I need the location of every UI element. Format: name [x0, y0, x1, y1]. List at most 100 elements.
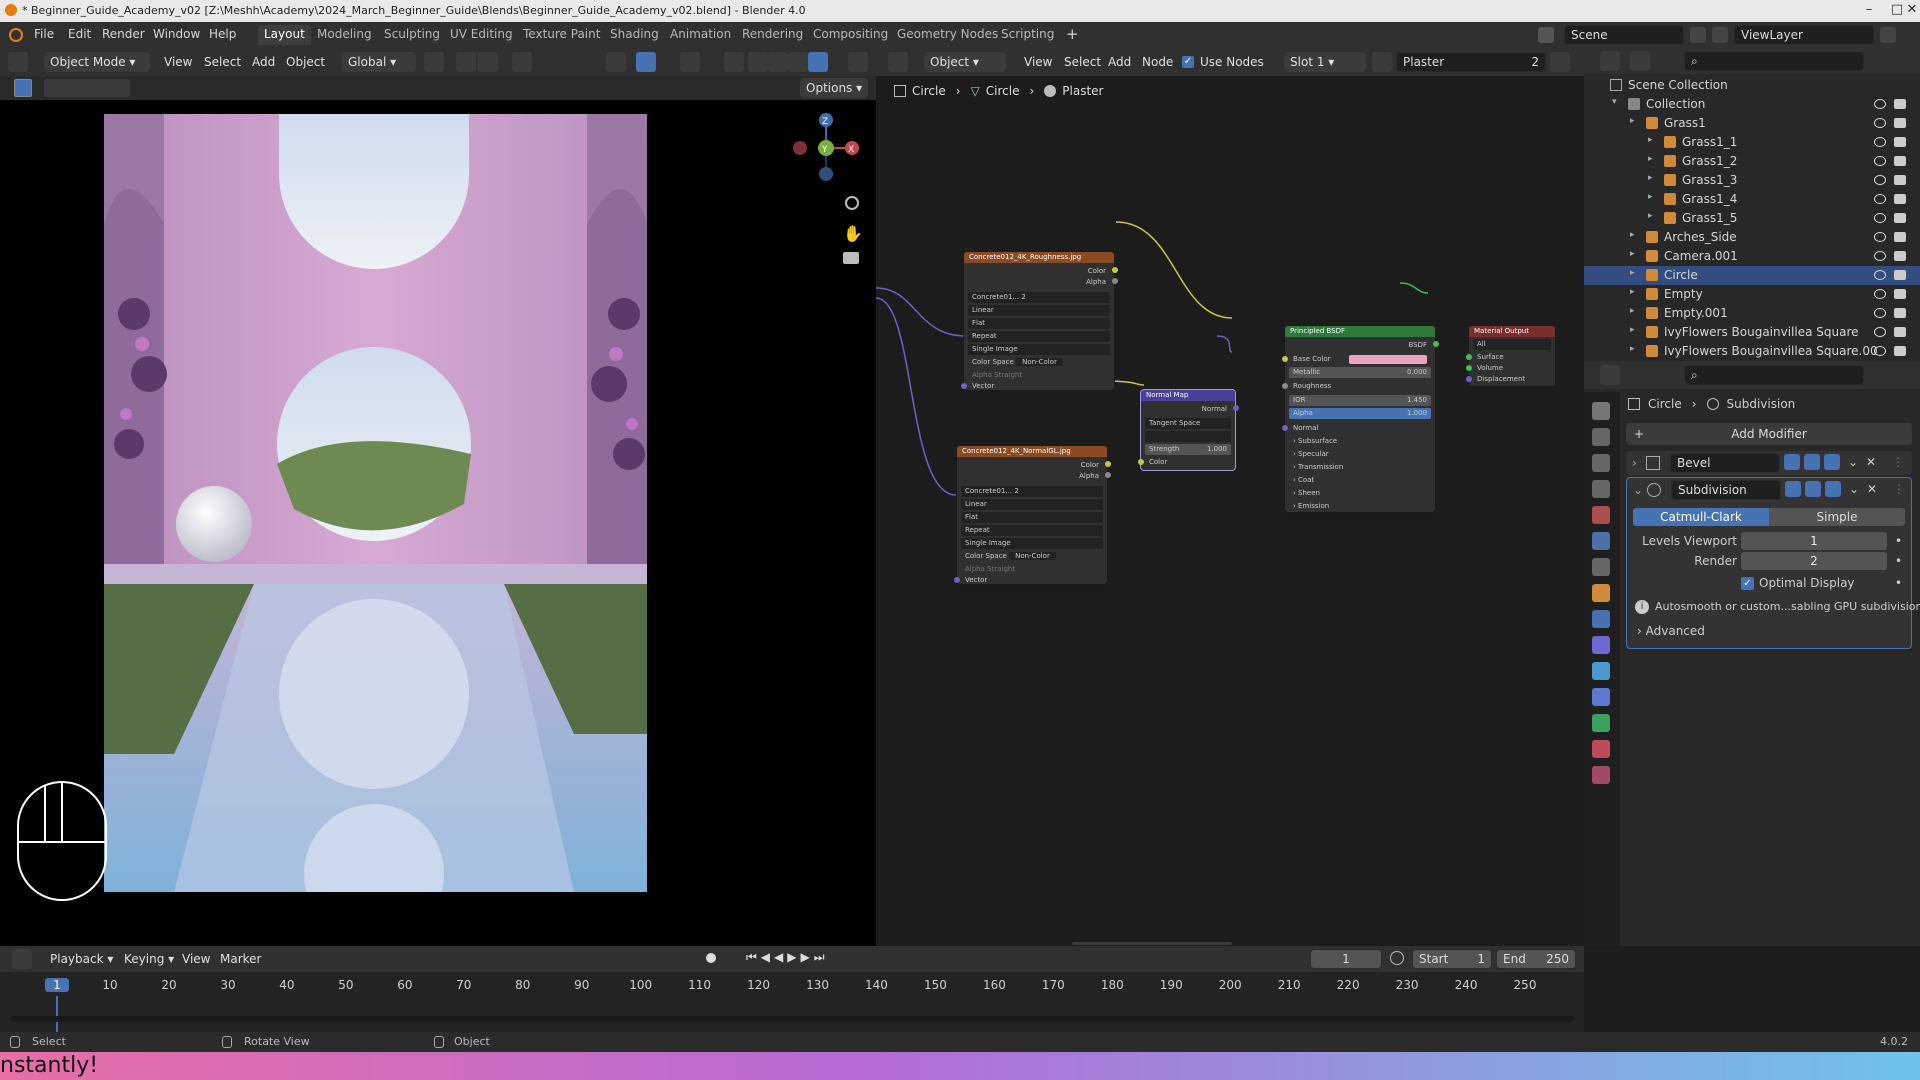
menu-file[interactable]: File — [34, 27, 54, 41]
properties-search-input[interactable]: ⌕ — [1684, 365, 1864, 385]
normal-tex-color-space[interactable]: Color Space Non-Color — [961, 551, 1103, 562]
disclosure-triangle-icon[interactable]: ▸ — [1630, 230, 1635, 240]
bsdf-metallic[interactable]: Metallic 0.000 — [1289, 367, 1431, 378]
visibility-eye-icon[interactable] — [1874, 118, 1886, 128]
visibility-eye-icon[interactable] — [1874, 99, 1886, 109]
properties-type-icon[interactable] — [1600, 365, 1620, 385]
render-camera-icon[interactable] — [1894, 99, 1906, 109]
render-camera-icon[interactable] — [1894, 156, 1906, 166]
bsdf-panel-transmission[interactable]: › Transmission — [1289, 462, 1431, 473]
outliner-row[interactable]: ▸ Empty.001 — [1584, 304, 1920, 323]
tab-scripting[interactable]: Scripting — [995, 25, 1060, 45]
subdivision-name-field[interactable]: Subdivision — [1671, 480, 1781, 500]
timeline-type-icon[interactable] — [12, 949, 32, 969]
visibility-eye-icon[interactable] — [1874, 137, 1886, 147]
render-camera-icon[interactable] — [1894, 137, 1906, 147]
drag-handle-icon[interactable]: ⋮ — [1893, 482, 1905, 496]
normal-tex-alpha-mode[interactable]: Alpha Straight — [961, 564, 1103, 575]
disclosure-triangle-icon[interactable]: ▸ — [1630, 306, 1635, 316]
disclosure-triangle-icon[interactable]: ▸ — [1630, 325, 1635, 335]
overlay-icon[interactable] — [680, 52, 700, 72]
roughness-interpolation[interactable]: Linear — [968, 305, 1110, 316]
catmull-clark-button[interactable]: Catmull-Clark — [1633, 508, 1769, 526]
add-workspace-icon[interactable]: + — [1066, 25, 1079, 43]
modifier-tab-icon[interactable] — [1592, 610, 1610, 628]
simple-button[interactable]: Simple — [1769, 508, 1905, 526]
physics-tab-icon[interactable] — [1592, 662, 1610, 680]
shader-node-editor[interactable]: Object ▾ View Select Add Node ✓ Use Node… — [876, 48, 1584, 946]
outliner-row[interactable]: ▸ Arches_Side — [1584, 228, 1920, 247]
disclosure-triangle-icon[interactable]: ▸ — [1648, 135, 1653, 145]
disclosure-triangle-icon[interactable]: ▸ — [1648, 192, 1653, 202]
current-frame-indicator[interactable]: 1 — [45, 978, 69, 992]
xray-icon[interactable] — [724, 52, 744, 72]
bevel-name-field[interactable]: Bevel — [1670, 453, 1780, 473]
outliner-search-input[interactable]: ⌕ — [1684, 51, 1864, 71]
camera-view-icon[interactable] — [843, 252, 859, 264]
render-camera-icon[interactable] — [1894, 118, 1906, 128]
solid-shading-icon[interactable] — [768, 52, 788, 72]
roughness-alpha-mode[interactable]: Alpha Straight — [968, 370, 1110, 381]
roughness-image-field[interactable]: Concrete01... 2 — [968, 292, 1110, 303]
edit-mode-toggle-icon[interactable] — [1785, 481, 1801, 497]
levels-viewport-field[interactable]: 1 — [1741, 532, 1887, 550]
disclosure-triangle-icon[interactable]: ▸ — [1648, 154, 1653, 164]
preview-range-icon[interactable] — [1390, 951, 1404, 965]
particles-tab-icon[interactable] — [1592, 636, 1610, 654]
optimal-display-checkbox[interactable]: ✓ — [1741, 577, 1754, 590]
render-camera-icon[interactable] — [1894, 194, 1906, 204]
node-editor-scrollbar[interactable] — [1072, 942, 1232, 945]
tab-geometry-nodes[interactable]: Geometry Nodes — [891, 25, 1004, 45]
visibility-eye-icon[interactable] — [1874, 346, 1886, 356]
visibility-eye-icon[interactable] — [1874, 308, 1886, 318]
render-camera-icon[interactable] — [1894, 232, 1906, 242]
render-levels-field[interactable]: 2 — [1741, 552, 1887, 570]
viewport-toggle-icon[interactable] — [1804, 454, 1820, 470]
roughness-source[interactable]: Single Image — [968, 344, 1110, 355]
outliner-row-scene-collection[interactable]: Scene Collection — [1584, 76, 1920, 95]
visibility-eye-icon[interactable] — [1874, 232, 1886, 242]
socket-displacement[interactable] — [1466, 376, 1472, 382]
tab-modeling[interactable]: Modeling — [311, 25, 378, 45]
start-frame-field[interactable]: Start 1 — [1412, 949, 1492, 969]
tab-uv-editing[interactable]: UV Editing — [444, 25, 519, 45]
disclosure-triangle-icon[interactable]: ▸ — [1630, 287, 1635, 297]
outliner-row[interactable]: ▸ Empty — [1584, 285, 1920, 304]
modifier-menu-chevron-icon[interactable]: ⌄ — [1849, 482, 1859, 496]
normal-map-node[interactable]: Normal Map Normal Tangent Space Strength… — [1138, 389, 1239, 471]
playback-controls[interactable]: ⏮◀◀▶▶⏭ — [746, 950, 829, 965]
add-modifier-button[interactable]: + Add Modifier — [1626, 423, 1912, 445]
options-dropdown[interactable]: Options ▾ — [800, 78, 869, 98]
normal-map-uv[interactable] — [1145, 431, 1231, 442]
visibility-eye-icon[interactable] — [1874, 289, 1886, 299]
editor-type-icon[interactable] — [8, 52, 28, 72]
object-tab-icon[interactable] — [1592, 584, 1610, 602]
tab-texture-paint[interactable]: Texture Paint — [517, 25, 606, 45]
scene-tab-icon[interactable] — [1592, 506, 1610, 524]
menu-help[interactable]: Help — [209, 27, 236, 41]
orientation-dropdown[interactable]: Global ▾ — [342, 52, 416, 72]
object-mode-dropdown[interactable]: Object Mode ▾ — [44, 52, 150, 72]
expand-chevron-icon[interactable]: › — [1632, 456, 1637, 470]
visibility-eye-icon[interactable] — [1874, 156, 1886, 166]
collapse-chevron-icon[interactable]: ⌄ — [1633, 483, 1643, 497]
socket-roughness[interactable] — [1282, 383, 1288, 389]
render-camera-icon[interactable] — [1894, 289, 1906, 299]
menu-window[interactable]: Window — [153, 27, 200, 41]
visibility-eye-icon[interactable] — [1874, 194, 1886, 204]
navigation-gizmo[interactable]: Z X Y — [786, 108, 876, 188]
output-target[interactable]: All — [1473, 339, 1551, 350]
edit-mode-toggle-icon[interactable] — [1784, 454, 1800, 470]
view-layer-field[interactable]: ViewLayer — [1734, 25, 1874, 45]
gizmo-toggle-icon[interactable] — [636, 52, 656, 72]
render-tab-icon[interactable] — [1592, 428, 1610, 446]
view-layer-new-icon[interactable] — [1880, 27, 1896, 43]
outliner-row[interactable]: ▸ IvyFlowers Bougainvillea Square.00 — [1584, 342, 1920, 361]
menu-select[interactable]: Select — [198, 52, 247, 72]
filter-icon[interactable] — [1882, 51, 1902, 71]
remove-modifier-icon[interactable]: ✕ — [1866, 455, 1876, 469]
render-toggle-icon[interactable] — [1824, 454, 1840, 470]
socket-bsdf[interactable] — [1433, 341, 1439, 347]
outliner-row[interactable]: ▸ Circle — [1584, 266, 1920, 285]
socket-color[interactable] — [1105, 461, 1111, 467]
